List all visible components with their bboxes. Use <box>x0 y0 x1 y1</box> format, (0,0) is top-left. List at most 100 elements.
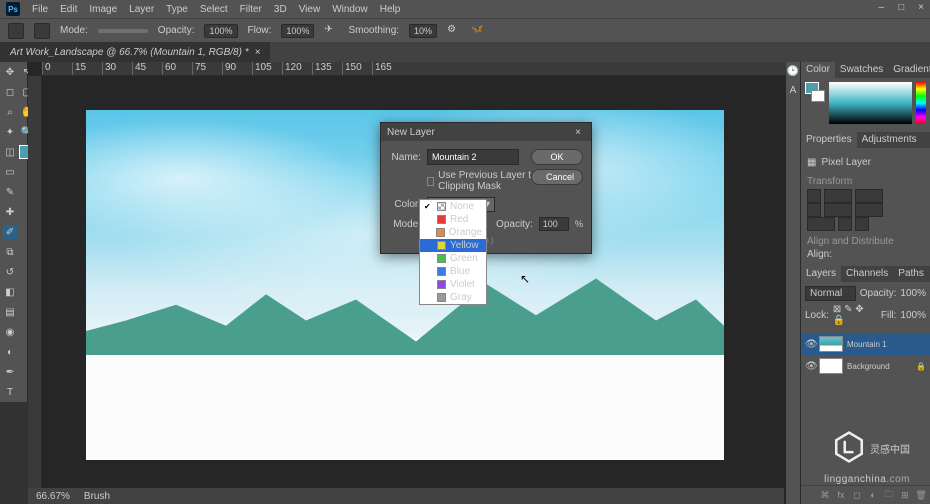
transform-icon[interactable] <box>807 189 821 203</box>
dialog-titlebar[interactable]: New Layer × <box>381 123 591 141</box>
tab-gradients[interactable]: Gradients <box>888 62 930 78</box>
fill-value[interactable]: 100% <box>900 310 926 321</box>
menu-3d[interactable]: 3D <box>274 4 287 15</box>
tab-layers[interactable]: Layers <box>801 266 841 282</box>
menu-image[interactable]: Image <box>89 4 117 15</box>
zoom-level[interactable]: 66.67% <box>36 491 70 502</box>
y-field[interactable] <box>855 203 883 217</box>
tab-properties[interactable]: Properties <box>801 132 857 148</box>
smoothing-field[interactable]: 10% <box>409 24 437 38</box>
close-tab-icon[interactable]: × <box>255 47 261 58</box>
marquee-tool[interactable]: ◻ <box>3 85 17 99</box>
layer-name[interactable]: Background <box>847 362 890 371</box>
height-field[interactable] <box>824 203 852 217</box>
history-icon[interactable]: 🕑 <box>787 66 799 77</box>
fx-icon[interactable]: fx <box>835 489 847 501</box>
color-option-blue[interactable]: Blue <box>420 265 486 278</box>
color-option-green[interactable]: Green <box>420 252 486 265</box>
menu-type[interactable]: Type <box>166 4 188 15</box>
move-tool[interactable]: ✥ <box>3 65 17 79</box>
menu-help[interactable]: Help <box>380 4 401 15</box>
ok-button[interactable]: OK <box>531 149 583 165</box>
group-icon[interactable]: 🗀 <box>883 489 895 501</box>
mask-icon[interactable]: ◻ <box>851 489 863 501</box>
document-tab[interactable]: Art Work_Landscape @ 66.7% (Mountain 1, … <box>0 42 270 62</box>
menu-layer[interactable]: Layer <box>129 4 154 15</box>
opacity-field[interactable]: 100% <box>204 24 237 38</box>
window-minimize[interactable]: – <box>879 2 885 13</box>
color-option-red[interactable]: Red <box>420 213 486 226</box>
mode-select[interactable] <box>98 29 148 33</box>
wand-tool[interactable]: ✦ <box>3 125 17 139</box>
color-option-yellow[interactable]: Yellow <box>420 239 486 252</box>
symmetry-icon[interactable]: 🦋 <box>471 24 485 38</box>
new-layer-icon[interactable]: ⊞ <box>899 489 911 501</box>
eyedropper-tool[interactable]: ✎ <box>3 185 17 199</box>
frame-tool[interactable]: ▭ <box>3 165 17 179</box>
color-option-none[interactable]: ✔None <box>420 200 486 213</box>
layer-thumbnail[interactable] <box>819 336 843 352</box>
pen-tool[interactable]: ✒ <box>3 365 17 379</box>
width-field[interactable] <box>824 189 852 203</box>
eraser-tool[interactable]: ◧ <box>3 285 17 299</box>
tab-channels[interactable]: Channels <box>841 266 893 282</box>
character-icon[interactable]: A <box>790 85 797 96</box>
cancel-button[interactable]: Cancel <box>531 169 583 185</box>
opacity-input[interactable]: 100 <box>539 217 569 231</box>
flow-field[interactable]: 100% <box>281 24 314 38</box>
name-input[interactable] <box>427 149 519 165</box>
menu-select[interactable]: Select <box>200 4 228 15</box>
flip-v-icon[interactable] <box>855 217 869 231</box>
heal-tool[interactable]: ✚ <box>3 205 17 219</box>
x-field[interactable] <box>855 189 883 203</box>
layer-item-mountain1[interactable]: 👁 Mountain 1 <box>801 333 930 355</box>
gradient-tool[interactable]: ▤ <box>3 305 17 319</box>
options-bar: Mode: Opacity: 100% Flow: 100% ✈ Smoothi… <box>0 18 930 42</box>
color-option-violet[interactable]: Violet <box>420 278 486 291</box>
history-brush-tool[interactable]: ↺ <box>3 265 17 279</box>
delete-layer-icon[interactable]: 🗑 <box>915 489 927 501</box>
gear-icon[interactable]: ⚙ <box>447 24 461 38</box>
tab-adjustments[interactable]: Adjustments <box>857 132 922 148</box>
tab-paths[interactable]: Paths <box>893 266 929 282</box>
close-icon[interactable]: × <box>571 125 585 139</box>
visibility-icon[interactable]: 👁 <box>805 361 815 372</box>
link-icon[interactable] <box>807 203 821 217</box>
window-close[interactable]: × <box>918 2 924 13</box>
layer-name[interactable]: Mountain 1 <box>847 340 887 349</box>
blend-mode-select[interactable]: Normal <box>805 286 856 301</box>
color-option-gray[interactable]: Gray <box>420 291 486 304</box>
dodge-tool[interactable]: ◐ <box>3 345 17 359</box>
flip-h-icon[interactable] <box>838 217 852 231</box>
tab-color[interactable]: Color <box>801 62 835 78</box>
brush-tip-icon[interactable] <box>34 23 50 39</box>
color-spectrum[interactable] <box>829 82 912 124</box>
stamp-tool[interactable]: ⧉ <box>3 245 17 259</box>
opacity-value[interactable]: 100% <box>900 288 926 299</box>
lasso-tool[interactable]: ⌕ <box>3 105 17 119</box>
brush-preset-icon[interactable] <box>8 23 24 39</box>
menu-filter[interactable]: Filter <box>240 4 262 15</box>
angle-field[interactable] <box>807 217 835 231</box>
blur-tool[interactable]: ◉ <box>3 325 17 339</box>
layer-thumbnail[interactable] <box>819 358 843 374</box>
lock-icon[interactable]: 🔒 <box>916 362 926 371</box>
airbrush-icon[interactable]: ✈ <box>324 24 338 38</box>
panel-swatch[interactable] <box>805 82 825 102</box>
layer-item-background[interactable]: 👁 Background 🔒 <box>801 355 930 377</box>
menu-file[interactable]: File <box>32 4 48 15</box>
color-option-orange[interactable]: Orange <box>420 226 486 239</box>
brush-tool[interactable]: ✐ <box>3 225 17 239</box>
link-layers-icon[interactable]: ⌘ <box>819 489 831 501</box>
menu-window[interactable]: Window <box>332 4 368 15</box>
menu-view[interactable]: View <box>299 4 321 15</box>
crop-tool[interactable]: ◫ <box>3 145 17 159</box>
window-maximize[interactable]: □ <box>898 2 904 13</box>
visibility-icon[interactable]: 👁 <box>805 339 815 350</box>
tab-swatches[interactable]: Swatches <box>835 62 888 78</box>
menu-edit[interactable]: Edit <box>60 4 77 15</box>
type-tool[interactable]: T <box>3 385 17 399</box>
adjustment-icon[interactable]: ◐ <box>867 489 879 501</box>
hue-strip[interactable] <box>916 82 926 124</box>
lock-icons[interactable]: ⊠ ✎ ✥ 🔒 <box>833 304 877 326</box>
